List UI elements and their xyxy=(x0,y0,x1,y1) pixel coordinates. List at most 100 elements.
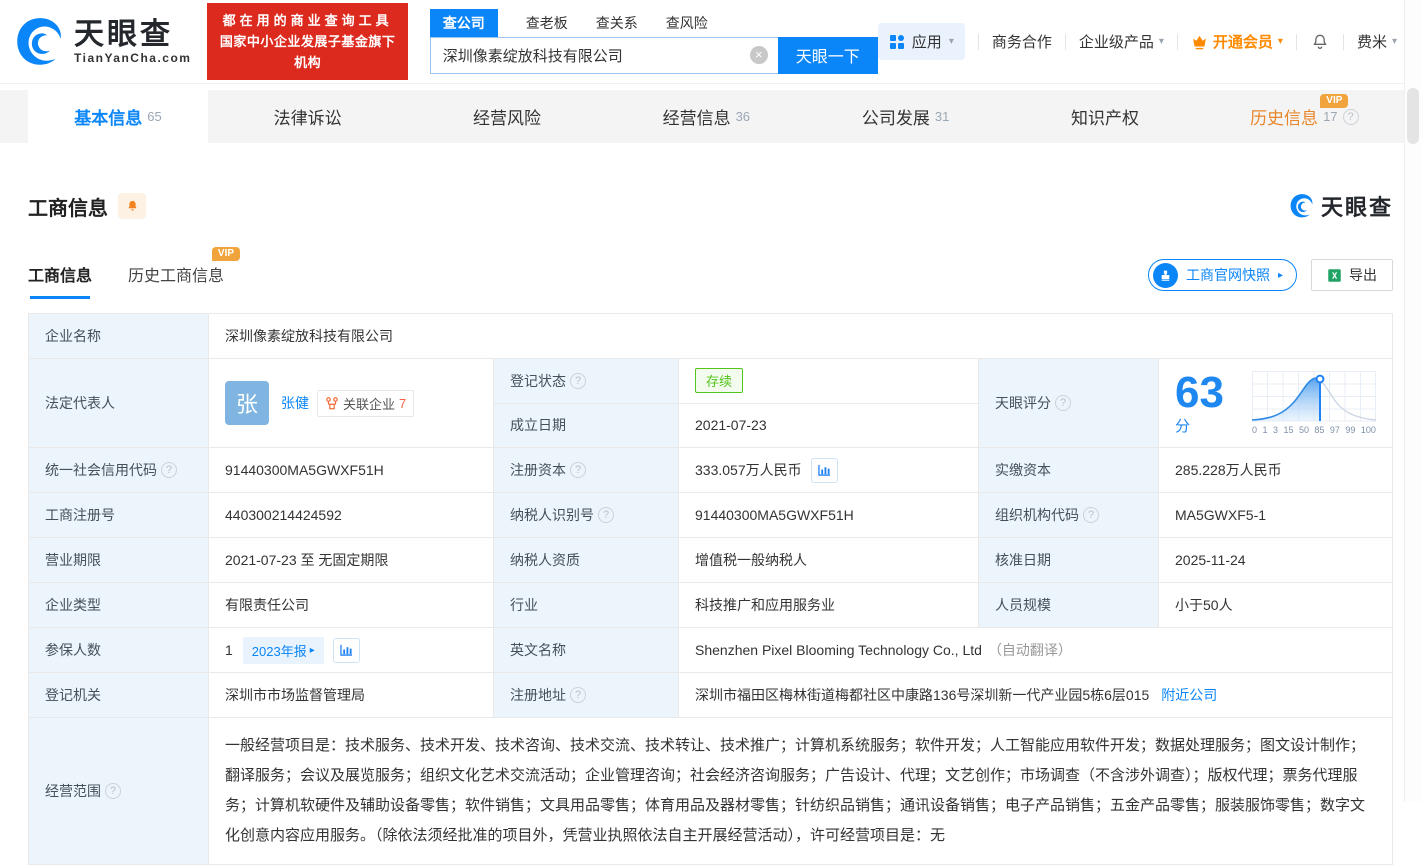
section-title: 工商信息 xyxy=(28,192,108,221)
reg-address-cell: 深圳市福田区梅林街道梅都社区中康路136号深圳新一代产业园5栋6层015 附近公… xyxy=(679,673,1392,717)
notification-bell-icon[interactable] xyxy=(1310,32,1330,52)
nav-cooperation[interactable]: 商务合作 xyxy=(992,31,1052,52)
related-companies-badge[interactable]: 关联企业 7 xyxy=(317,390,414,417)
help-icon[interactable]: ? xyxy=(105,783,121,799)
table-row-reg-authority: 登记机关 深圳市市场监督管理局 注册地址 ? 深圳市福田区梅林街道梅都社区中康路… xyxy=(29,673,1392,718)
username-label: 费米 xyxy=(1357,31,1387,52)
tab-label: 法律诉讼 xyxy=(274,104,342,129)
tab-operation-info[interactable]: 经营信息 36 xyxy=(607,90,806,143)
table-row-credit-code: 统一社会信用代码 ? 91440300MA5GWXF51H 注册资本 ? 333… xyxy=(29,448,1392,493)
search-input[interactable] xyxy=(431,38,778,73)
help-icon[interactable]: ? xyxy=(598,507,614,523)
label-text: 经营范围 xyxy=(45,781,101,801)
help-icon[interactable]: ? xyxy=(1343,109,1359,125)
capital-trend-icon[interactable] xyxy=(811,458,838,483)
industry-value: 科技推广和应用服务业 xyxy=(679,583,979,627)
label-text: 天眼评分 xyxy=(995,393,1051,413)
business-scope-value: 一般经营项目是：技术服务、技术开发、技术咨询、技术交流、技术转让、技术推广；计算… xyxy=(209,718,1392,864)
search-block: 查公司 查老板 查关系 查风险 × 天眼一下 xyxy=(430,10,878,74)
slogan-line2: 国家中小企业发展子基金旗下机构 xyxy=(219,31,395,73)
establish-date-value: 2021-07-23 xyxy=(679,404,978,448)
export-button[interactable]: 导出 xyxy=(1311,259,1393,291)
help-icon[interactable]: ? xyxy=(570,687,586,703)
help-icon[interactable]: ? xyxy=(1055,395,1071,411)
nearby-companies-link[interactable]: 附近公司 xyxy=(1161,685,1217,705)
business-info-table: 企业名称 深圳像素绽放科技有限公司 法定代表人 张 张健 关联企业 7 xyxy=(28,313,1393,865)
tianyancha-logo-icon xyxy=(1289,193,1315,219)
tab-basic-info[interactable]: 基本信息 65 xyxy=(28,90,208,143)
field-label: 天眼评分 ? xyxy=(979,359,1159,447)
reg-address-value: 深圳市福田区梅林街道梅都社区中康路136号深圳新一代产业园5栋6层015 xyxy=(695,685,1149,705)
official-snapshot-button[interactable]: 工商官网快照 ▸ xyxy=(1148,259,1297,291)
english-name-value: Shenzhen Pixel Blooming Technology Co., … xyxy=(695,642,982,658)
staff-size-value: 小于50人 xyxy=(1159,583,1392,627)
bell-icon xyxy=(125,199,140,214)
label-text: 纳税人识别号 xyxy=(510,505,594,525)
field-label: 注册地址 ? xyxy=(494,673,679,717)
search-tab-boss[interactable]: 查老板 xyxy=(526,13,568,37)
help-icon[interactable]: ? xyxy=(1083,507,1099,523)
table-row-business-scope: 经营范围 ? 一般经营项目是：技术服务、技术开发、技术咨询、技术交流、技术转让、… xyxy=(29,718,1392,864)
help-icon[interactable]: ? xyxy=(570,373,586,389)
insured-trend-icon[interactable] xyxy=(333,638,360,663)
page-scrollbar[interactable] xyxy=(1404,0,1421,802)
approval-date-value: 2025-11-24 xyxy=(1159,538,1392,582)
subtab-business-info[interactable]: 工商信息 xyxy=(28,262,92,299)
chevron-down-icon: ▾ xyxy=(1159,36,1164,47)
search-tab-relation[interactable]: 查关系 xyxy=(596,13,638,37)
divider xyxy=(1065,34,1066,50)
excel-icon xyxy=(1327,268,1342,283)
open-vip-button[interactable]: 开通会员 ▾ xyxy=(1191,31,1283,52)
insured-count-value: 1 xyxy=(225,642,233,658)
avatar[interactable]: 张 xyxy=(225,381,269,425)
table-row-company-name: 企业名称 深圳像素绽放科技有限公司 xyxy=(29,314,1392,359)
tianyan-score-cell[interactable]: 63分 xyxy=(1159,359,1392,447)
monitor-bell-button[interactable] xyxy=(118,193,146,219)
field-label: 企业类型 xyxy=(29,583,209,627)
user-menu[interactable]: 费米 ▾ xyxy=(1357,31,1397,52)
apps-grid-icon xyxy=(889,34,905,50)
search-input-wrap: × xyxy=(430,37,778,74)
tab-label: 知识产权 xyxy=(1071,104,1139,129)
field-label: 成立日期 xyxy=(494,404,679,448)
top-nav: 应用 ▾ 商务合作 企业级产品 ▾ 开通会员 ▾ 费米 ▾ xyxy=(878,23,1397,60)
subtab-history-business-info[interactable]: VIP 历史工商信息 xyxy=(128,262,224,299)
tab-count: 65 xyxy=(147,109,161,124)
help-icon[interactable]: ? xyxy=(570,462,586,478)
taxpayer-quality-value: 增值税一般纳税人 xyxy=(679,538,979,582)
clear-icon[interactable]: × xyxy=(750,46,768,64)
search-tab-company[interactable]: 查公司 xyxy=(430,9,498,37)
tab-operation-risk[interactable]: 经营风险 xyxy=(407,90,606,143)
field-label: 经营范围 ? xyxy=(29,718,209,864)
field-label: 登记状态 ? xyxy=(494,359,679,403)
tab-intellectual-property[interactable]: 知识产权 xyxy=(1005,90,1204,143)
label-text: 登记状态 xyxy=(510,371,566,391)
tab-history-info[interactable]: VIP 历史信息 17 ? xyxy=(1205,90,1404,143)
nav-enterprise-products[interactable]: 企业级产品 ▾ xyxy=(1079,31,1164,52)
vip-badge: VIP xyxy=(212,247,240,261)
score-unit: 分 xyxy=(1175,418,1190,435)
tianyancha-logo[interactable]: 天眼查 TianYanCha.com xyxy=(14,16,191,68)
field-label: 工商注册号 xyxy=(29,493,209,537)
content: 工商信息 天眼查 工商信息 VIP 历史工商信息 工商官网快照 ▸ xyxy=(0,175,1421,865)
tab-company-development[interactable]: 公司发展 31 xyxy=(806,90,1005,143)
field-label: 纳税人识别号 ? xyxy=(494,493,679,537)
legal-rep-link[interactable]: 张健 xyxy=(281,393,309,413)
search-button[interactable]: 天眼一下 xyxy=(778,37,878,74)
brand-name: 天眼查 xyxy=(74,19,191,51)
help-icon[interactable]: ? xyxy=(161,462,177,478)
company-type-value: 有限责任公司 xyxy=(209,583,494,627)
field-label: 企业名称 xyxy=(29,314,209,358)
annual-report-badge[interactable]: 2023年报 ▸ xyxy=(243,637,324,664)
score-distribution-chart: 0131550859799100 xyxy=(1252,371,1376,435)
subtabs: 工商信息 VIP 历史工商信息 xyxy=(28,262,224,299)
tab-legal-litigation[interactable]: 法律诉讼 xyxy=(208,90,407,143)
search-tab-risk[interactable]: 查风险 xyxy=(666,13,708,37)
label-text: 统一社会信用代码 xyxy=(45,460,157,480)
english-name-cell: Shenzhen Pixel Blooming Technology Co., … xyxy=(679,628,1392,672)
apps-menu-button[interactable]: 应用 ▾ xyxy=(878,23,965,60)
scrollbar-thumb[interactable] xyxy=(1407,88,1419,144)
search-tabs: 查公司 查老板 查关系 查风险 xyxy=(430,10,878,37)
table-row-company-type: 企业类型 有限责任公司 行业 科技推广和应用服务业 人员规模 小于50人 xyxy=(29,583,1392,628)
subtab-label: 历史工商信息 xyxy=(128,268,224,285)
